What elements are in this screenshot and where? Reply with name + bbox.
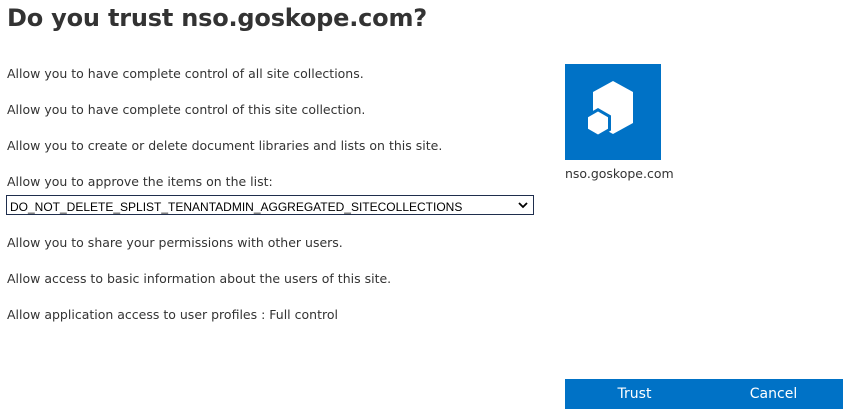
permission-approve-items-label: Allow you to approve the items on the li… <box>7 174 273 189</box>
permission-user-profiles: Allow application access to user profile… <box>7 307 338 322</box>
cancel-button[interactable]: Cancel <box>704 379 843 409</box>
permission-basic-user-info: Allow access to basic information about … <box>7 271 392 286</box>
dialog-title: Do you trust nso.goskope.com? <box>7 4 428 32</box>
app-name: nso.goskope.com <box>565 166 674 181</box>
list-select[interactable]: DO_NOT_DELETE_SPLIST_TENANTADMIN_AGGREGA… <box>6 195 534 216</box>
permission-full-control-site-collection: Allow you to have complete control of th… <box>7 102 366 117</box>
trust-button[interactable]: Trust <box>565 379 704 409</box>
permission-share-permissions: Allow you to share your permissions with… <box>7 235 343 250</box>
app-cube-icon <box>585 81 633 138</box>
permission-full-control-all-sites: Allow you to have complete control of al… <box>7 66 364 81</box>
permission-create-delete-libraries: Allow you to create or delete document l… <box>7 138 443 153</box>
action-buttons: Trust Cancel <box>565 379 843 409</box>
list-select-dropdown[interactable]: DO_NOT_DELETE_SPLIST_TENANTADMIN_AGGREGA… <box>7 198 533 216</box>
app-tile <box>565 64 661 160</box>
